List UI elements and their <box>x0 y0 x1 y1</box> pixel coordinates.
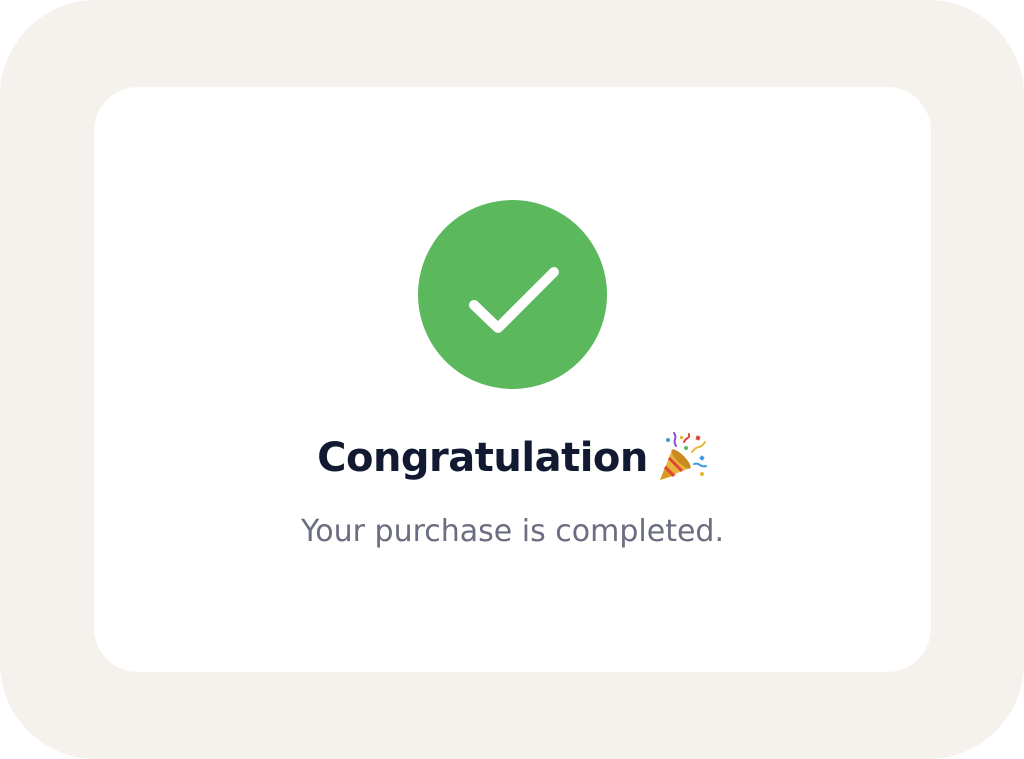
checkmark-icon <box>469 267 559 333</box>
title-row: Congratulation <box>94 427 931 489</box>
outer-frame: Congratulation Your purchase is complete… <box>0 0 1024 759</box>
page-title: Congratulation <box>317 435 648 481</box>
check-circle-icon <box>418 200 607 389</box>
party-popper-icon <box>656 432 708 484</box>
success-message: Your purchase is completed. <box>300 514 725 549</box>
success-card: Congratulation Your purchase is complete… <box>94 87 931 672</box>
